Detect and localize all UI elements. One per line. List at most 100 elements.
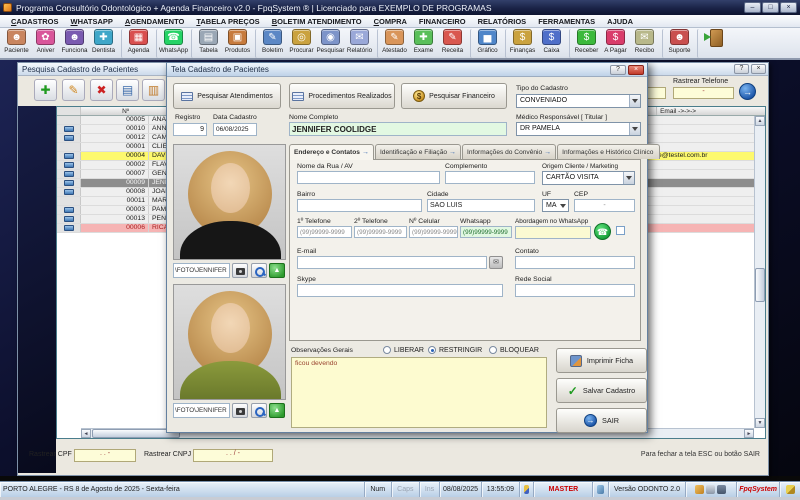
exame-button[interactable]: ✚ Exame — [409, 29, 438, 58]
menu-item[interactable]: COMPRA — [368, 17, 413, 26]
menu-item[interactable]: AGENDAMENTO — [119, 17, 190, 26]
menu-item[interactable]: WHATSAPP — [65, 17, 119, 26]
tab[interactable]: Informações do Convênio→ — [462, 144, 556, 159]
observacoes-textarea[interactable]: ficou devendo — [291, 357, 547, 428]
search-phone-field-2[interactable]: - — [673, 87, 734, 99]
celular-field[interactable]: (99)99999-9999 — [409, 226, 458, 238]
search-phone-go-button[interactable]: → — [739, 83, 756, 100]
search-cpf-field[interactable]: . . - — [74, 449, 136, 462]
zoom-photo-button[interactable] — [251, 263, 267, 278]
scroll-left-button[interactable]: ◄ — [81, 429, 91, 438]
whatsapp-checkbox[interactable] — [616, 226, 625, 235]
save-record-button[interactable]: ✓ Salvar Cadastro — [556, 378, 647, 403]
tel1-field[interactable]: (99)99999-9999 — [297, 226, 352, 238]
radio-option[interactable]: LIBERAR — [383, 346, 424, 354]
registro-field[interactable]: 9 — [173, 123, 207, 136]
grafico-button[interactable]: ▅ Gráfico — [470, 29, 502, 58]
radio-option[interactable]: RESTRINGIR — [428, 346, 482, 354]
search-visits-button[interactable]: Pesquisar Atendimentos — [173, 83, 281, 109]
atestado-button[interactable]: ✎ Atestado — [377, 29, 409, 58]
suporte-button[interactable]: ☻ Suporte — [662, 29, 694, 58]
contacts-button[interactable]: ▥ — [142, 79, 165, 101]
camera-button[interactable] — [232, 263, 248, 278]
tab[interactable]: Informações e Histórico Clínico — [557, 144, 660, 159]
tab[interactable]: Endereço e Contatos→ — [289, 144, 374, 160]
dialog-close-button[interactable]: × — [628, 65, 644, 75]
menu-item[interactable]: AJUDA — [601, 17, 639, 26]
folder-icon[interactable] — [695, 485, 704, 494]
camera-button[interactable] — [232, 403, 248, 418]
dentista-button[interactable]: ✚ Dentista — [89, 29, 118, 58]
contato-field[interactable] — [515, 256, 635, 269]
caixa-button[interactable]: $ Caixa — [537, 29, 566, 58]
search-cnpj-field[interactable]: . . / - — [193, 449, 273, 462]
vertical-scrollbar[interactable]: ▲ ▼ — [754, 116, 765, 428]
sair-door-button[interactable] — [697, 29, 729, 58]
skype-field[interactable] — [297, 284, 503, 297]
delete-record-button[interactable]: ✖ — [90, 79, 113, 101]
bairro-field[interactable] — [297, 199, 422, 212]
photo-path-field-1[interactable]: \FOTO\JENNIFER — [173, 263, 230, 278]
rua-field[interactable] — [297, 171, 440, 184]
zoom-photo-button[interactable] — [251, 403, 267, 418]
abordagem-field[interactable] — [515, 226, 591, 239]
uf-select[interactable]: MA — [542, 199, 569, 212]
data-cadastro-field[interactable]: 06/08/2025 — [213, 123, 257, 136]
menu-item[interactable]: FINANCEIRO — [413, 17, 472, 26]
apagar-button[interactable]: $ A Pagar — [601, 29, 630, 58]
send-email-button[interactable]: ✉ — [489, 256, 503, 269]
panel-close-button[interactable]: × — [751, 64, 766, 74]
minimize-button[interactable]: – — [744, 2, 761, 13]
load-photo-button[interactable]: ▲ — [269, 403, 285, 418]
boletim-button[interactable]: ✎ Boletim — [255, 29, 287, 58]
scroll-right-button[interactable]: ► — [744, 429, 754, 438]
aniversario-button[interactable]: ✿ Aniver — [31, 29, 60, 58]
print-record-button[interactable]: Imprimir Ficha — [556, 348, 647, 373]
origem-select[interactable]: CARTÃO VISITA — [542, 171, 635, 185]
whatsapp-send-icon[interactable]: ☎ — [594, 223, 611, 240]
menu-item[interactable]: RELATÓRIOS — [472, 17, 533, 26]
tab[interactable]: Identificação e Filiação→ — [375, 144, 461, 159]
whatsapp-field[interactable]: (99)99999-9999 — [460, 226, 512, 238]
monitor-icon[interactable] — [717, 485, 726, 494]
scroll-thumb[interactable] — [755, 268, 765, 302]
exit-dialog-button[interactable]: → SAIR — [556, 408, 647, 433]
dialog-help-button[interactable]: ? — [610, 65, 626, 75]
menu-item[interactable]: BOLETIM ATENDIMENTO — [266, 17, 368, 26]
tabela-button[interactable]: ▤ Tabela — [191, 29, 223, 58]
menu-item[interactable]: TABELA PREÇOS — [190, 17, 265, 26]
recibo-button[interactable]: ✉ Recibo — [630, 29, 659, 58]
edit-record-button[interactable]: ✎ — [62, 79, 85, 101]
maximize-button[interactable]: □ — [762, 2, 779, 13]
add-record-button[interactable]: ✚ — [34, 79, 57, 101]
whatsapp-button[interactable]: ☎ WhatsApp — [156, 29, 188, 58]
load-photo-button[interactable]: ▲ — [269, 263, 285, 278]
search-financial-button[interactable]: $ Pesquisar Financeiro — [401, 83, 507, 109]
rede-social-field[interactable] — [515, 284, 635, 297]
paciente-button[interactable]: ☻ Paciente — [2, 29, 31, 58]
agenda-button[interactable]: ▦ Agenda — [121, 29, 153, 58]
radio-option[interactable]: BLOQUEAR — [489, 346, 539, 354]
financas-button[interactable]: $ Finanças — [505, 29, 537, 58]
menu-item[interactable]: CADASTROS — [5, 17, 65, 26]
nome-completo-field[interactable]: JENNIFER COOLIDGE — [289, 122, 507, 136]
cep-field[interactable]: - — [574, 199, 635, 212]
print-button[interactable]: ▤ — [116, 79, 139, 101]
panel-help-button[interactable]: ? — [734, 64, 749, 74]
receita-button[interactable]: ✎ Receita — [438, 29, 467, 58]
cidade-field[interactable]: SAO LUIS — [427, 199, 535, 212]
complemento-field[interactable] — [445, 171, 535, 184]
produtos-button[interactable]: ▣ Produtos — [223, 29, 252, 58]
scroll-down-button[interactable]: ▼ — [755, 418, 765, 428]
tel2-field[interactable]: (99)99999-9999 — [354, 226, 407, 238]
procedures-button[interactable]: Procedimentos Realizados — [289, 83, 395, 109]
relatorio-button[interactable]: ✉ Relatório — [345, 29, 374, 58]
printer-icon[interactable] — [706, 485, 715, 494]
procurar-button[interactable]: ◎ Procurar — [287, 29, 316, 58]
close-button[interactable]: × — [780, 2, 797, 13]
menu-item[interactable]: FERRAMENTAS — [532, 17, 601, 26]
email-field[interactable] — [297, 256, 487, 269]
tipo-cadastro-select[interactable]: CONVENIADO — [516, 94, 641, 108]
receber-button[interactable]: $ Receber — [569, 29, 601, 58]
medico-select[interactable]: DR PAMELA — [516, 122, 641, 136]
